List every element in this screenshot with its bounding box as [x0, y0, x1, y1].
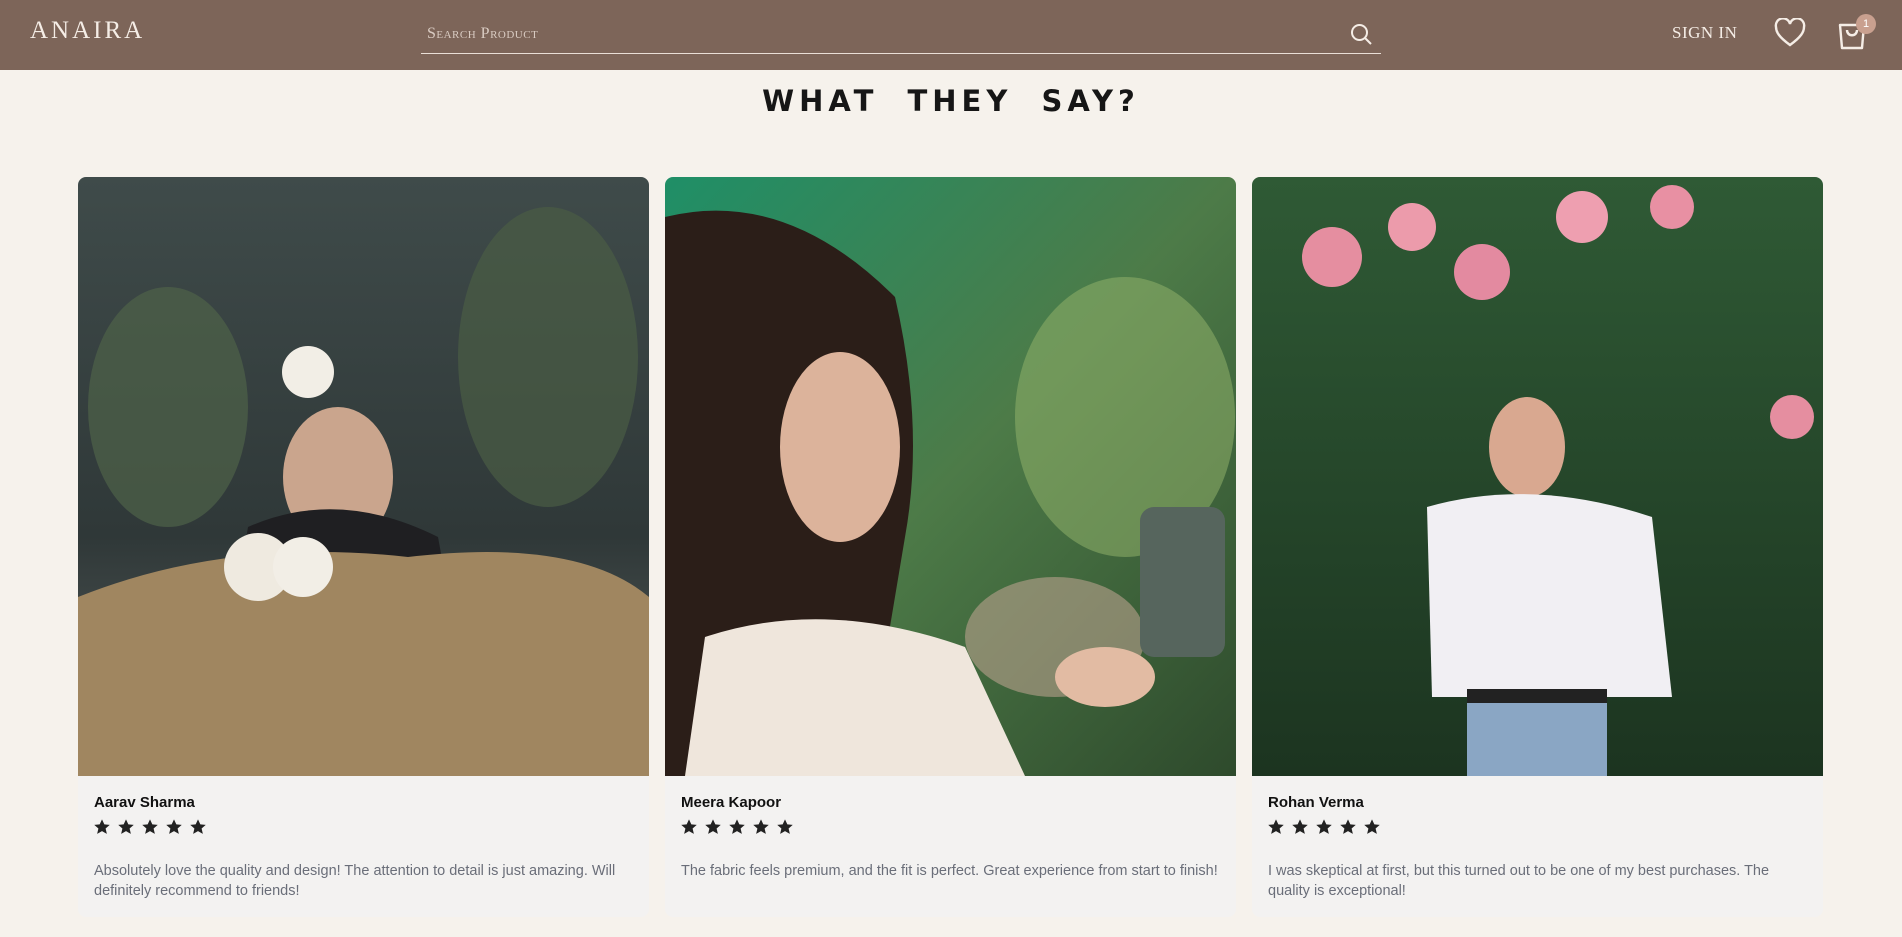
- star-icon: [681, 819, 697, 834]
- rating-stars: [1267, 818, 1381, 838]
- customer-photo: [665, 177, 1236, 776]
- testimonial-card: Aarav Sharma Absolutely love the quality…: [78, 177, 649, 917]
- wishlist-heart-icon[interactable]: [1774, 18, 1806, 48]
- star-icon: [1292, 819, 1308, 834]
- star-icon: [777, 819, 793, 834]
- customer-photo: [1252, 177, 1823, 776]
- star-icon: [1268, 819, 1284, 834]
- search-input[interactable]: [427, 20, 1307, 48]
- testimonial-cards: Aarav Sharma Absolutely love the quality…: [78, 177, 1823, 937]
- star-icon: [1340, 819, 1356, 834]
- testimonials-heading: WHAT THEY SAY?: [762, 84, 1140, 118]
- sign-in-link[interactable]: SIGN IN: [1672, 23, 1737, 43]
- star-icon: [1316, 819, 1332, 834]
- customer-photo: [78, 177, 649, 776]
- reviewer-name: Aarav Sharma: [94, 794, 195, 811]
- top-navbar: ANAIRA SIGN IN 1: [0, 0, 1902, 70]
- review-text: Absolutely love the quality and design! …: [94, 863, 616, 899]
- star-icon: [118, 819, 134, 834]
- review-text: The fabric feels premium, and the fit is…: [681, 863, 1218, 879]
- star-icon: [94, 819, 110, 834]
- star-icon: [166, 819, 182, 834]
- star-icon: [190, 819, 206, 834]
- rating-stars: [680, 818, 794, 838]
- star-icon: [142, 819, 158, 834]
- rating-stars: [93, 818, 207, 838]
- cart-count-badge: 1: [1856, 14, 1876, 34]
- star-icon: [729, 819, 745, 834]
- review-text: I was skeptical at first, but this turne…: [1268, 863, 1770, 899]
- search-bar: [421, 14, 1381, 54]
- reviewer-name: Meera Kapoor: [681, 794, 782, 811]
- brand-logo[interactable]: ANAIRA: [30, 17, 145, 45]
- cart-button[interactable]: 1: [1836, 14, 1876, 54]
- star-icon: [753, 819, 769, 834]
- reviewer-name: Rohan Verma: [1268, 794, 1364, 811]
- star-icon: [1364, 819, 1380, 834]
- star-icon: [705, 819, 721, 834]
- testimonial-card: Rohan Verma I was skeptical at first, bu…: [1252, 177, 1823, 917]
- testimonial-card: Meera Kapoor The fabric feels premium, a…: [665, 177, 1236, 917]
- search-icon[interactable]: [1349, 22, 1373, 46]
